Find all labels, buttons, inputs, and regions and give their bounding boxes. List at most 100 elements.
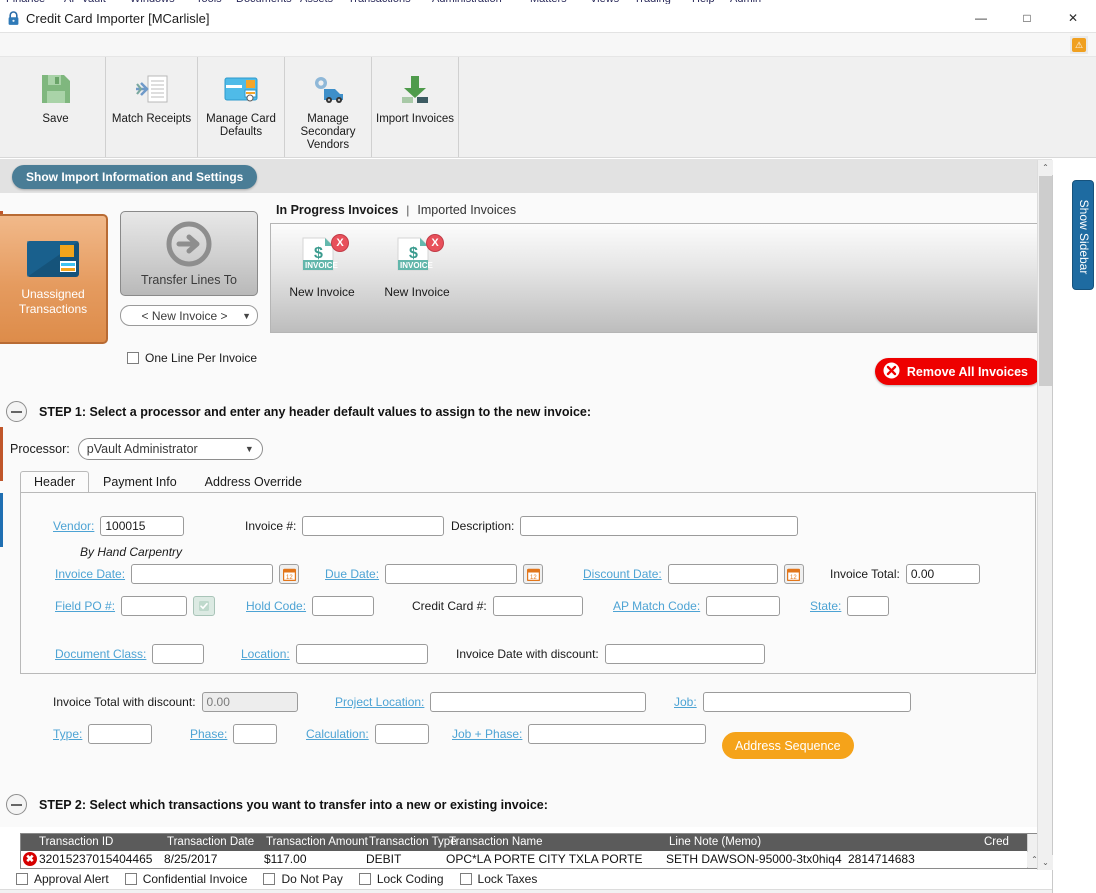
minus-circle-icon[interactable] xyxy=(6,794,27,815)
toolbar-button-save[interactable]: Save xyxy=(6,57,106,157)
checkbox-confidential-invoice[interactable]: Confidential Invoice xyxy=(124,872,247,886)
remove-invoice-badge[interactable]: X xyxy=(331,234,349,252)
discount-date-field: Discount Date: 12 xyxy=(583,564,804,584)
description-input[interactable] xyxy=(520,516,799,536)
tab-header[interactable]: Header xyxy=(20,471,89,493)
close-button[interactable]: ✕ xyxy=(1050,4,1096,33)
invoice-thumbnail-1[interactable]: $ INVOICE X New Invoice xyxy=(372,234,462,299)
grid-col-transaction-type[interactable]: Transaction Type xyxy=(369,836,457,848)
one-line-per-invoice-checkbox[interactable]: One Line Per Invoice xyxy=(127,351,257,365)
location-label[interactable]: Location: xyxy=(241,647,290,661)
main-content: Unassigned Transactions Transfer Lines T… xyxy=(0,193,1052,827)
phase-input[interactable] xyxy=(233,724,278,744)
discount-date-calendar-icon[interactable]: 12 xyxy=(783,564,804,584)
error-circle-icon[interactable]: ✖ xyxy=(23,852,37,866)
grid-col-line-note[interactable]: Line Note (Memo) xyxy=(669,836,761,848)
vendor-label[interactable]: Vendor: xyxy=(53,519,94,533)
job-phase-input[interactable] xyxy=(528,724,707,744)
alert-badge-icon[interactable]: ⚠ xyxy=(1070,36,1088,54)
calculation-label[interactable]: Calculation: xyxy=(306,727,369,741)
minimize-button[interactable]: — xyxy=(958,4,1004,33)
credit-card-input[interactable] xyxy=(492,596,583,616)
grid-col-transaction-id[interactable]: Transaction ID xyxy=(39,836,113,848)
gear-truck-icon xyxy=(310,67,346,111)
hold-code-label[interactable]: Hold Code: xyxy=(246,599,306,613)
cell-transaction-name: OPC*LA PORTE CITY TXLA PORTE xyxy=(446,852,643,866)
tab-payment-info[interactable]: Payment Info xyxy=(89,471,191,493)
tab-in-progress-invoices[interactable]: In Progress Invoices xyxy=(276,203,398,217)
location-input[interactable] xyxy=(295,644,428,664)
invoice-date-input[interactable] xyxy=(131,564,274,584)
hold-code-input[interactable] xyxy=(312,596,375,616)
grid-col-transaction-amount[interactable]: Transaction Amount xyxy=(266,836,368,848)
processor-value: pVault Administrator xyxy=(86,442,198,456)
toolbar-button-manage-secondary-vendors[interactable]: Manage Secondary Vendors xyxy=(285,57,372,157)
state-input[interactable] xyxy=(847,596,890,616)
due-date-input[interactable] xyxy=(385,564,518,584)
job-input[interactable] xyxy=(702,692,911,712)
transfer-lines-to-button[interactable]: Transfer Lines To xyxy=(120,211,258,296)
invoice-total-with-discount-input[interactable]: 0.00 xyxy=(201,692,298,712)
field-po-lookup-icon[interactable] xyxy=(193,596,216,616)
scrollbar-thumb[interactable] xyxy=(1039,176,1052,386)
invoice-total-input[interactable]: 0.00 xyxy=(905,564,980,584)
ap-match-code-label[interactable]: AP Match Code: xyxy=(613,599,700,613)
table-row[interactable]: ✖ 32015237015404465 8/25/2017 $117.00 DE… xyxy=(21,851,1041,868)
tab-imported-invoices[interactable]: Imported Invoices xyxy=(417,203,516,217)
toolbar-button-import-invoices[interactable]: Import Invoices xyxy=(372,57,459,157)
address-sequence-button[interactable]: Address Sequence xyxy=(722,732,854,759)
invoice-number-input[interactable] xyxy=(302,516,445,536)
maximize-button[interactable]: □ xyxy=(1004,4,1050,33)
checkbox-approval-alert[interactable]: Approval Alert xyxy=(16,872,109,886)
ap-match-code-input[interactable] xyxy=(706,596,781,616)
scroll-up-arrow[interactable]: ⌃ xyxy=(1038,160,1053,175)
checkbox-box xyxy=(358,873,371,885)
invoice-date-calendar-icon[interactable]: 12 xyxy=(279,564,300,584)
invoice-target-select[interactable]: < New Invoice > ▼ xyxy=(120,305,258,326)
invoice-date-label[interactable]: Invoice Date: xyxy=(55,567,125,581)
processor-select[interactable]: pVault Administrator ▼ xyxy=(77,438,263,460)
processor-row: Processor: pVault Administrator ▼ xyxy=(10,438,263,460)
checkbox-do-not-pay[interactable]: Do Not Pay xyxy=(263,872,343,886)
grid-col-transaction-date[interactable]: Transaction Date xyxy=(167,836,254,848)
phase-label[interactable]: Phase: xyxy=(190,727,227,741)
cell-transaction-amount: $117.00 xyxy=(264,852,307,866)
job-phase-label[interactable]: Job + Phase: xyxy=(452,727,522,741)
calculation-input[interactable] xyxy=(374,724,429,744)
main-vertical-scrollbar[interactable]: ⌃ ⌄ xyxy=(1037,160,1053,870)
show-sidebar-toggle[interactable]: Show Sidebar xyxy=(1072,180,1094,290)
unassigned-transactions-tile[interactable]: Unassigned Transactions xyxy=(0,214,108,344)
job-label[interactable]: Job: xyxy=(674,695,697,709)
discount-date-input[interactable] xyxy=(667,564,778,584)
checkbox-lock-taxes[interactable]: Lock Taxes xyxy=(459,872,537,886)
remove-all-invoices-button[interactable]: Remove All Invoices xyxy=(874,358,1042,385)
type-label[interactable]: Type: xyxy=(53,727,82,741)
field-po-label[interactable]: Field PO #: xyxy=(55,599,115,613)
minus-circle-icon[interactable] xyxy=(6,401,27,422)
document-class-label[interactable]: Document Class: xyxy=(55,647,146,661)
remove-invoice-badge[interactable]: X xyxy=(426,234,444,252)
toolbar-button-manage-card-defaults[interactable]: Manage Card Defaults xyxy=(198,57,285,157)
field-po-input[interactable] xyxy=(121,596,188,616)
grid-col-transaction-name[interactable]: Transaction Name xyxy=(449,836,543,848)
show-import-information-button[interactable]: Show Import Information and Settings xyxy=(12,165,258,189)
invoice-thumbnail-0[interactable]: $ INVOICE X New Invoice xyxy=(277,234,367,299)
vendor-input[interactable]: 100015 xyxy=(100,516,185,536)
checkbox-lock-coding[interactable]: Lock Coding xyxy=(358,872,444,886)
invoice-date-with-discount-input[interactable] xyxy=(604,644,765,664)
due-date-calendar-icon[interactable]: 12 xyxy=(523,564,544,584)
grid-col-credit[interactable]: Cred xyxy=(984,836,1009,848)
scroll-down-arrow[interactable]: ⌄ xyxy=(1038,855,1053,870)
toolbar-button-match-receipts[interactable]: Match Receipts xyxy=(106,57,198,157)
vendor-field: Vendor: 100015 xyxy=(53,516,185,536)
project-location-label[interactable]: Project Location: xyxy=(335,695,424,709)
tab-address-override[interactable]: Address Override xyxy=(191,471,316,493)
state-label[interactable]: State: xyxy=(810,599,841,613)
type-input[interactable] xyxy=(88,724,153,744)
discount-date-label[interactable]: Discount Date: xyxy=(583,567,662,581)
due-date-label[interactable]: Due Date: xyxy=(325,567,379,581)
project-location-input[interactable] xyxy=(430,692,647,712)
step1-heading: STEP 1: Select a processor and enter any… xyxy=(39,404,592,419)
document-class-input[interactable] xyxy=(152,644,205,664)
svg-text:INVOICE: INVOICE xyxy=(305,261,339,270)
